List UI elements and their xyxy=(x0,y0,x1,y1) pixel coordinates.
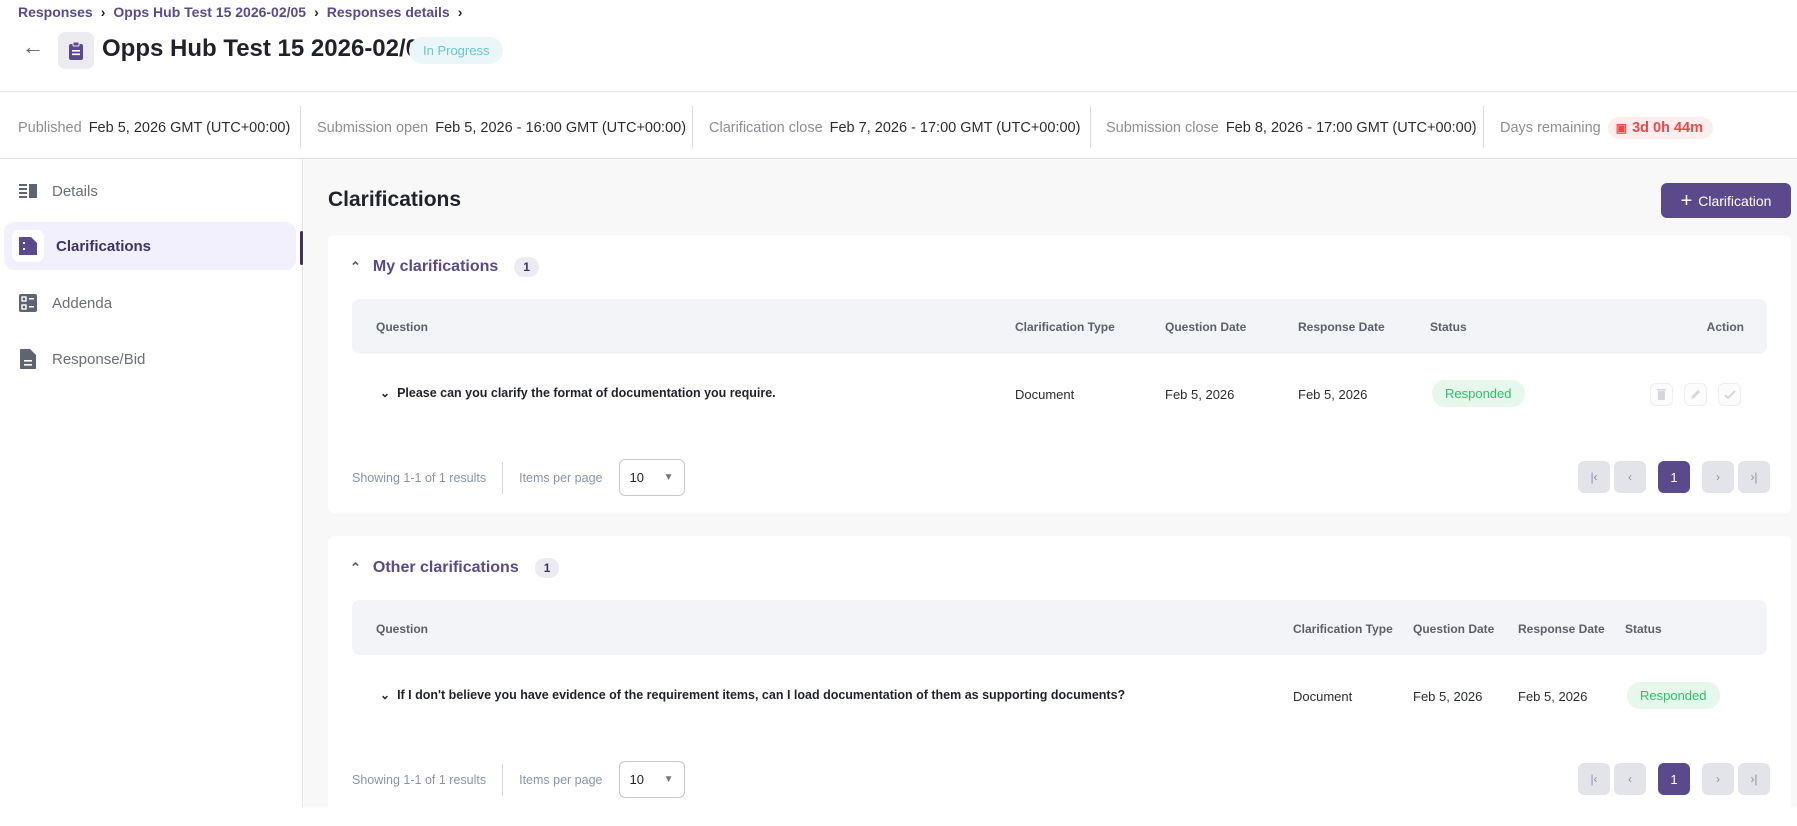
cell-response-date: Feb 5, 2026 xyxy=(1518,689,1588,704)
clarification-close-info: Clarification close Feb 7, 2026 - 17:00 G… xyxy=(709,120,1081,136)
cell-question-date: Feb 5, 2026 xyxy=(1165,387,1235,402)
next-page-button[interactable]: › xyxy=(1702,461,1734,493)
chevron-down-icon[interactable]: ⌄ xyxy=(380,386,390,400)
col-response-date: Response Date xyxy=(1298,320,1385,334)
first-page-button[interactable]: |‹ xyxy=(1578,763,1610,795)
col-action: Action xyxy=(1706,320,1744,334)
submission-open-info: Submission open Feb 5, 2026 - 16:00 GMT (… xyxy=(317,120,687,136)
details-icon xyxy=(16,179,40,203)
page-button[interactable]: 1 xyxy=(1658,461,1690,493)
breadcrumb-response-details[interactable]: Responses details xyxy=(327,4,450,20)
pagination: |‹ ‹ 1 › ›| xyxy=(1578,461,1770,493)
chevron-right-icon: › xyxy=(457,4,463,20)
active-indicator xyxy=(300,231,303,265)
caret-down-icon: ▼ xyxy=(663,472,674,483)
breadcrumb-opportunity[interactable]: Opps Hub Test 15 2026-02/05 xyxy=(113,4,306,20)
chevron-down-icon[interactable]: ⌄ xyxy=(380,688,390,702)
add-clarification-button[interactable]: + Clarification xyxy=(1661,183,1791,218)
status-badge: In Progress xyxy=(409,37,504,64)
next-page-button[interactable]: › xyxy=(1702,763,1734,795)
first-page-button[interactable]: |‹ xyxy=(1578,461,1610,493)
delete-icon[interactable] xyxy=(1650,383,1673,406)
page-title: Opps Hub Test 15 2026-02/05 xyxy=(102,35,433,62)
col-type: Clarification Type xyxy=(1293,622,1393,636)
chevron-right-icon: › xyxy=(100,4,106,20)
pagination-info: Showing 1-1 of 1 results Items per page 1… xyxy=(352,459,685,496)
sidebar-item-details[interactable]: Details xyxy=(4,167,296,215)
col-question-date: Question Date xyxy=(1413,622,1495,636)
status-badge: Responded xyxy=(1627,682,1720,709)
prev-page-button[interactable]: ‹ xyxy=(1614,461,1646,493)
days-remaining-badge: ▣ 3d 0h 44m xyxy=(1607,117,1714,139)
document-icon xyxy=(16,347,40,371)
col-type: Clarification Type xyxy=(1015,320,1115,334)
divider xyxy=(300,106,301,148)
table-row[interactable]: ⌄ Please can you clarify the format of do… xyxy=(380,386,776,400)
last-page-button[interactable]: ›| xyxy=(1738,763,1770,795)
breadcrumb: Responses › Opps Hub Test 15 2026-02/05 › … xyxy=(18,2,462,22)
prev-page-button[interactable]: ‹ xyxy=(1614,763,1646,795)
col-question: Question xyxy=(376,320,429,334)
chevron-right-icon: › xyxy=(314,4,319,20)
divider xyxy=(1090,106,1091,148)
edit-icon[interactable] xyxy=(1684,383,1707,406)
divider xyxy=(0,91,1797,92)
days-remaining-info: Days remaining ▣ 3d 0h 44m xyxy=(1500,108,1714,148)
my-clarifications-toggle[interactable]: ⌃ My clarifications 1 xyxy=(350,257,539,277)
clipboard-icon xyxy=(58,32,94,69)
calendar-icon: ▣ xyxy=(1615,121,1628,135)
back-arrow-icon[interactable]: ← xyxy=(22,34,44,60)
submission-close-info: Submission close Feb 8, 2026 - 17:00 GMT … xyxy=(1106,120,1477,136)
divider xyxy=(692,106,693,148)
last-page-button[interactable]: ›| xyxy=(1738,461,1770,493)
sidebar-item-clarifications[interactable]: Clarifications xyxy=(4,222,296,270)
sidebar-item-response-bid[interactable]: Response/Bid xyxy=(4,335,296,383)
pagination: |‹ ‹ 1 › ›| xyxy=(1578,763,1770,795)
chevron-up-icon: ⌃ xyxy=(350,560,361,575)
other-clarifications-toggle[interactable]: ⌃ Other clarifications 1 xyxy=(350,558,560,578)
page-button[interactable]: 1 xyxy=(1658,763,1690,795)
breadcrumb-responses[interactable]: Responses xyxy=(18,4,93,20)
status-badge: Responded xyxy=(1432,380,1525,407)
items-per-page-select[interactable]: 10 ▼ xyxy=(618,459,685,496)
clarification-doc-icon xyxy=(12,230,44,262)
count-badge: 1 xyxy=(534,558,560,578)
count-badge: 1 xyxy=(514,257,539,277)
col-question: Question xyxy=(376,622,429,636)
section-title: Clarifications xyxy=(328,188,462,211)
sidebar-item-addenda[interactable]: Addenda xyxy=(4,279,296,327)
col-response-date: Response Date xyxy=(1518,622,1605,636)
col-status: Status xyxy=(1430,320,1467,334)
table-row[interactable]: ⌄ If I don't believe you have evidence of… xyxy=(380,688,1125,702)
pagination-info: Showing 1-1 of 1 results Items per page 1… xyxy=(352,761,685,798)
cell-question-date: Feb 5, 2026 xyxy=(1413,689,1483,704)
col-status: Status xyxy=(1625,622,1662,636)
cell-type: Document xyxy=(1293,689,1353,704)
check-icon[interactable] xyxy=(1718,383,1741,406)
items-per-page-select[interactable]: 10 ▼ xyxy=(618,761,685,798)
plus-icon: + xyxy=(1680,189,1693,212)
cell-response-date: Feb 5, 2026 xyxy=(1298,387,1368,402)
divider xyxy=(1483,106,1484,148)
sidebar: Details Clarifications Addenda Response/… xyxy=(0,159,303,807)
caret-down-icon: ▼ xyxy=(663,774,674,785)
checklist-icon xyxy=(16,291,40,315)
cell-type: Document xyxy=(1015,387,1075,402)
chevron-up-icon: ⌃ xyxy=(350,259,361,274)
col-question-date: Question Date xyxy=(1165,320,1247,334)
published-info: Published Feb 5, 2026 GMT (UTC+00:00) xyxy=(18,120,291,136)
